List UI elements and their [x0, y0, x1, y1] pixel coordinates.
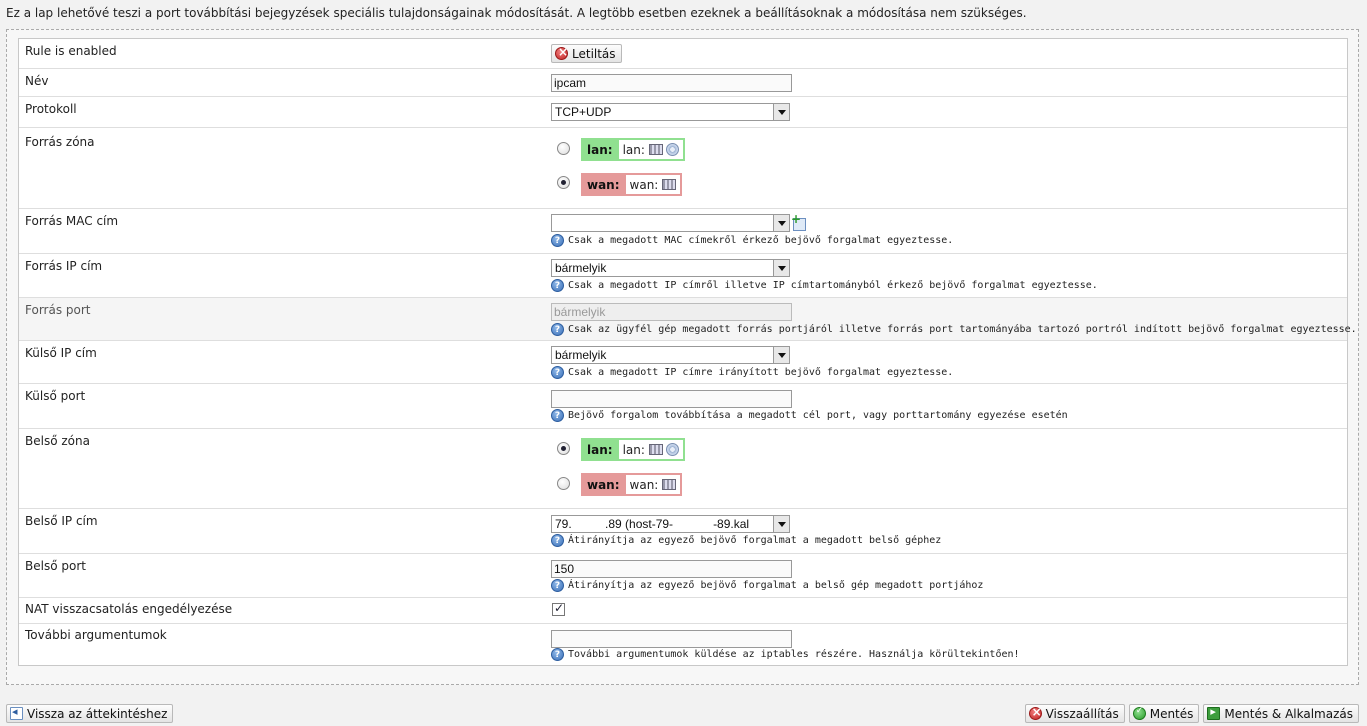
page-description: Ez a lap lehetővé teszi a port továbbítá…	[6, 6, 1027, 20]
row-source-mac: Forrás MAC cím ? Csak a megadott MAC cím…	[19, 209, 1347, 254]
external-ip-select[interactable]: bármelyik	[551, 346, 790, 364]
protocol-select[interactable]: TCP+UDP	[551, 103, 790, 121]
label-source-ip: Forrás IP cím	[25, 259, 103, 273]
help-icon: ?	[551, 279, 564, 292]
add-icon[interactable]	[791, 212, 806, 231]
chevron-down-icon	[773, 347, 789, 363]
row-name: Név ipcam	[19, 69, 1347, 97]
help-icon: ?	[551, 534, 564, 547]
disable-icon	[555, 45, 568, 60]
internal-port-input[interactable]: 150	[551, 560, 792, 578]
label-external-ip: Külső IP cím	[25, 346, 97, 360]
chevron-down-icon	[773, 516, 789, 532]
row-internal-ip: Belső IP cím 79. .89 (host-79- -89.kal ?…	[19, 509, 1347, 554]
row-dest-zone: Belső zóna lan: lan: wan: wan:	[19, 429, 1347, 509]
source-zone-wan-radio[interactable]	[557, 176, 570, 189]
label-extra-args: További argumentumok	[25, 628, 167, 642]
disable-button[interactable]: Letiltás	[551, 44, 622, 63]
ethernet-icon	[662, 479, 677, 490]
dest-zone-wan[interactable]: wan: wan:	[581, 473, 683, 496]
source-zone-wan[interactable]: wan: wan:	[581, 173, 683, 196]
row-source-port: Forrás port bármelyik ? Csak az ügyfél g…	[19, 298, 1357, 341]
dest-zone-wan-radio[interactable]	[557, 477, 570, 490]
wireless-icon	[665, 443, 679, 456]
help-icon: ?	[551, 234, 564, 247]
source-port-input[interactable]: bármelyik	[551, 303, 792, 321]
source-mac-select[interactable]	[551, 214, 790, 232]
row-nat-reflection: NAT visszacsatolás engedélyezése	[19, 598, 1347, 624]
external-port-hint: ? Bejövő forgalom továbbítása a megadott…	[551, 409, 1068, 422]
source-zone-lan-radio[interactable]	[557, 142, 570, 155]
label-internal-ip: Belső IP cím	[25, 514, 98, 528]
extra-args-hint: ? További argumentumok küldése az iptabl…	[551, 648, 1020, 661]
chevron-down-icon	[773, 104, 789, 120]
dest-zone-lan[interactable]: lan: lan:	[581, 438, 685, 461]
row-source-zone: Forrás zóna lan: lan: wan: wan:	[19, 128, 1347, 209]
label-source-mac: Forrás MAC cím	[25, 214, 119, 228]
row-extra-args: További argumentumok ? További argumentu…	[19, 624, 1347, 666]
label-protocol: Protokoll	[25, 102, 77, 116]
name-input[interactable]: ipcam	[551, 74, 792, 92]
help-icon: ?	[551, 323, 564, 336]
internal-ip-hint: ? Átirányítja az egyező bejövő forgalmat…	[551, 534, 941, 547]
source-ip-select[interactable]: bármelyik	[551, 259, 790, 277]
extra-args-input[interactable]	[551, 630, 792, 648]
source-port-hint: ? Csak az ügyfél gép megadott forrás por…	[551, 323, 1357, 336]
external-ip-hint: ? Csak a megadott IP címre irányított be…	[551, 366, 953, 379]
row-source-ip: Forrás IP cím bármelyik ? Csak a megadot…	[19, 254, 1347, 298]
row-external-ip: Külső IP cím bármelyik ? Csak a megadott…	[19, 341, 1347, 384]
ethernet-icon	[648, 144, 663, 155]
label-nat-reflection: NAT visszacsatolás engedélyezése	[25, 602, 233, 616]
reset-icon	[1028, 705, 1042, 720]
row-internal-port: Belső port 150 ? Átirányítja az egyező b…	[19, 554, 1347, 598]
row-external-port: Külső port ? Bejövő forgalom továbbítása…	[19, 384, 1347, 429]
rule-form: Rule is enabled Letiltás Név ipcam Proto…	[18, 38, 1357, 666]
chevron-down-icon	[773, 215, 789, 231]
help-icon: ?	[551, 648, 564, 661]
back-to-overview-button[interactable]: Vissza az áttekintéshez	[6, 704, 174, 723]
save-apply-button[interactable]: Mentés & Alkalmazás	[1203, 704, 1359, 723]
save-button[interactable]: Mentés	[1128, 704, 1200, 723]
label-name: Név	[25, 74, 49, 88]
label-external-port: Külső port	[25, 389, 86, 403]
help-icon: ?	[551, 366, 564, 379]
source-ip-hint: ? Csak a megadott IP címről illetve IP c…	[551, 279, 1098, 292]
label-dest-zone: Belső zóna	[25, 434, 90, 448]
internal-port-hint: ? Átirányítja az egyező bejövő forgalmat…	[551, 579, 983, 592]
label-source-zone: Forrás zóna	[25, 135, 95, 149]
help-icon: ?	[551, 579, 564, 592]
ethernet-icon	[648, 444, 663, 455]
dest-zone-lan-radio[interactable]	[557, 442, 570, 455]
back-icon	[10, 705, 23, 720]
source-zone-lan[interactable]: lan: lan:	[581, 138, 685, 161]
save-icon	[1132, 706, 1146, 720]
source-mac-hint: ? Csak a megadott MAC címekről érkező be…	[551, 234, 953, 247]
label-enabled: Rule is enabled	[25, 44, 117, 58]
ethernet-icon	[662, 179, 677, 190]
help-icon: ?	[551, 409, 564, 422]
nat-reflection-checkbox[interactable]	[552, 601, 565, 616]
apply-icon	[1207, 705, 1221, 720]
row-protocol: Protokoll TCP+UDP	[19, 97, 1347, 128]
wireless-icon	[665, 143, 679, 156]
external-port-input[interactable]	[551, 390, 792, 408]
label-source-port: Forrás port	[25, 303, 91, 317]
label-internal-port: Belső port	[25, 559, 86, 573]
chevron-down-icon	[773, 260, 789, 276]
internal-ip-select[interactable]: 79. .89 (host-79- -89.kal	[551, 515, 790, 533]
reset-button[interactable]: Visszaállítás	[1024, 704, 1125, 723]
row-enabled: Rule is enabled Letiltás	[19, 39, 1347, 69]
